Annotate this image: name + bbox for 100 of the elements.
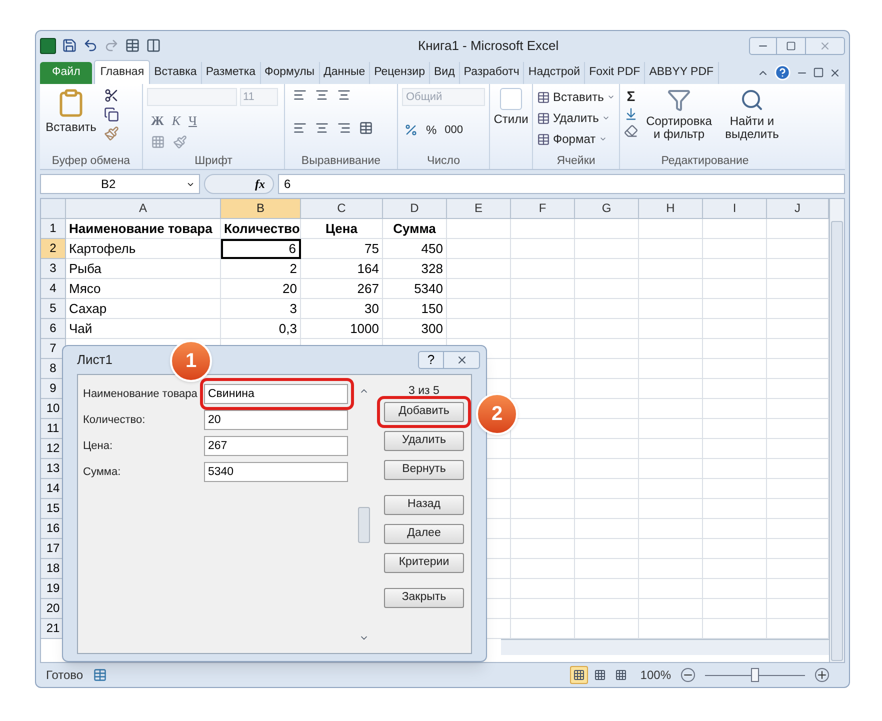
table-cell: Мясо bbox=[66, 279, 221, 299]
align-right-icon[interactable] bbox=[337, 121, 351, 135]
dialog-button[interactable]: Добавить bbox=[384, 402, 464, 422]
scroll-thumb[interactable] bbox=[358, 506, 370, 542]
styles-icon bbox=[500, 88, 522, 110]
undo-icon[interactable] bbox=[83, 38, 98, 53]
view-button[interactable] bbox=[570, 666, 588, 684]
column-header[interactable]: C bbox=[301, 199, 383, 219]
column-header[interactable]: E bbox=[447, 199, 511, 219]
input-field[interactable]: Свинина bbox=[204, 384, 348, 404]
field-label: Сумма: bbox=[83, 464, 122, 480]
maximize-icon bbox=[786, 40, 796, 50]
table-cell: 164 bbox=[301, 259, 383, 279]
sort-filter-button[interactable]: Сортировка и фильтр bbox=[644, 88, 714, 141]
maximize-button[interactable] bbox=[777, 36, 805, 54]
save-icon[interactable] bbox=[62, 38, 77, 53]
column-header[interactable]: A bbox=[66, 199, 221, 219]
dialog-title: Лист1 bbox=[77, 351, 112, 370]
close-icon[interactable] bbox=[829, 66, 841, 78]
input-field[interactable]: 20 bbox=[204, 410, 348, 430]
window-title: Книга1 - Microsoft Excel bbox=[418, 36, 559, 55]
cells-menu-button[interactable]: Удалить bbox=[537, 109, 615, 127]
grid-icon bbox=[573, 669, 586, 681]
formula-field[interactable]: 6 bbox=[278, 174, 845, 194]
help-icon[interactable] bbox=[774, 64, 791, 81]
form-icon[interactable] bbox=[146, 38, 161, 53]
italic-button[interactable]: К bbox=[172, 110, 180, 130]
help-button[interactable]: ? bbox=[418, 351, 444, 369]
align-left-icon[interactable] bbox=[293, 121, 307, 135]
align-bottom-icon[interactable] bbox=[337, 88, 351, 102]
zoom-out-icon[interactable] bbox=[681, 668, 695, 682]
dialog-button[interactable]: Назад bbox=[384, 495, 464, 515]
row-header[interactable]: 2 bbox=[41, 239, 66, 259]
dialog-button[interactable]: Удалить bbox=[384, 431, 464, 451]
table-cell: 2 bbox=[221, 259, 301, 279]
excel-logo-icon bbox=[40, 38, 56, 54]
status-text: Готово bbox=[46, 667, 84, 684]
fill-down-icon[interactable] bbox=[624, 107, 638, 121]
bold-button[interactable]: Ж bbox=[151, 110, 164, 130]
thousands-button[interactable]: 000 bbox=[444, 122, 464, 138]
column-header[interactable]: H bbox=[639, 199, 703, 219]
column-header[interactable]: F bbox=[511, 199, 575, 219]
copy-icon[interactable] bbox=[104, 107, 119, 122]
column-header[interactable]: G bbox=[575, 199, 639, 219]
name-box[interactable]: B2 bbox=[40, 174, 200, 194]
table-cell: 1000 bbox=[301, 319, 383, 339]
dialog-button[interactable]: Критерии bbox=[384, 553, 464, 573]
table-cell: 300 bbox=[383, 319, 447, 339]
scissors-icon[interactable] bbox=[104, 88, 119, 103]
input-field[interactable]: 267 bbox=[204, 436, 348, 456]
dialog-button[interactable]: Далее bbox=[384, 524, 464, 544]
zoom-in-icon[interactable] bbox=[815, 668, 829, 682]
caret-icon bbox=[598, 135, 607, 143]
restore-icon[interactable] bbox=[813, 67, 824, 78]
fx-button[interactable]: fx bbox=[204, 174, 274, 194]
row-header[interactable]: 5 bbox=[41, 299, 66, 319]
column-header[interactable]: B bbox=[221, 199, 301, 219]
paste-button[interactable]: Вставить bbox=[44, 88, 98, 141]
ribbon-tab[interactable]: Главная bbox=[94, 60, 150, 84]
row-header[interactable]: 4 bbox=[41, 279, 66, 299]
merge-icon[interactable] bbox=[359, 121, 373, 135]
row-header[interactable]: 7 bbox=[41, 339, 66, 359]
row-header[interactable]: 1 bbox=[41, 219, 66, 239]
form-icon[interactable] bbox=[125, 38, 140, 53]
vertical-scrollbar[interactable] bbox=[829, 199, 844, 662]
field-label: Наименование товара bbox=[83, 386, 198, 402]
cells-menu-button[interactable]: Формат bbox=[537, 130, 615, 148]
column-header[interactable]: J bbox=[767, 199, 829, 219]
align-center-icon[interactable] bbox=[315, 121, 329, 135]
table-cell: 267 bbox=[301, 279, 383, 299]
table-icon bbox=[537, 132, 550, 146]
styles-button[interactable]: Стили bbox=[494, 88, 528, 128]
align-middle-icon[interactable] bbox=[315, 88, 329, 102]
zoom-slider-thumb[interactable] bbox=[751, 668, 759, 682]
row-header[interactable]: 6 bbox=[41, 319, 66, 339]
autosum-button[interactable]: Σ bbox=[624, 88, 638, 104]
row-header[interactable]: 3 bbox=[41, 259, 66, 279]
font-name-field[interactable] bbox=[147, 88, 237, 106]
cells-menu-button[interactable]: Вставить bbox=[537, 88, 615, 106]
search-icon bbox=[740, 88, 764, 112]
input-field[interactable]: 5340 bbox=[204, 462, 348, 482]
close-button[interactable] bbox=[444, 351, 480, 369]
table-icon bbox=[537, 90, 550, 104]
eraser-icon[interactable] bbox=[624, 124, 638, 138]
macro-record-icon[interactable] bbox=[93, 668, 108, 682]
horizontal-scrollbar[interactable] bbox=[501, 639, 829, 655]
table-cell: 328 bbox=[383, 259, 447, 279]
currency-icon[interactable] bbox=[404, 123, 418, 137]
percent-button[interactable]: % bbox=[426, 121, 437, 139]
column-header[interactable]: I bbox=[703, 199, 767, 219]
ribbon-tab[interactable]: Файл bbox=[40, 62, 92, 84]
dialog-button[interactable]: Вернуть bbox=[384, 460, 464, 480]
table-icon bbox=[537, 112, 550, 124]
dialog-button[interactable]: Закрыть bbox=[384, 588, 464, 608]
column-header[interactable]: D bbox=[383, 199, 447, 219]
find-select-button[interactable]: Найти и выделить bbox=[720, 88, 784, 141]
group-title: Выравнивание bbox=[300, 154, 382, 168]
underline-button[interactable]: Ч bbox=[188, 110, 197, 130]
align-top-icon[interactable] bbox=[293, 88, 307, 102]
table-cell: Рыба bbox=[66, 259, 221, 279]
